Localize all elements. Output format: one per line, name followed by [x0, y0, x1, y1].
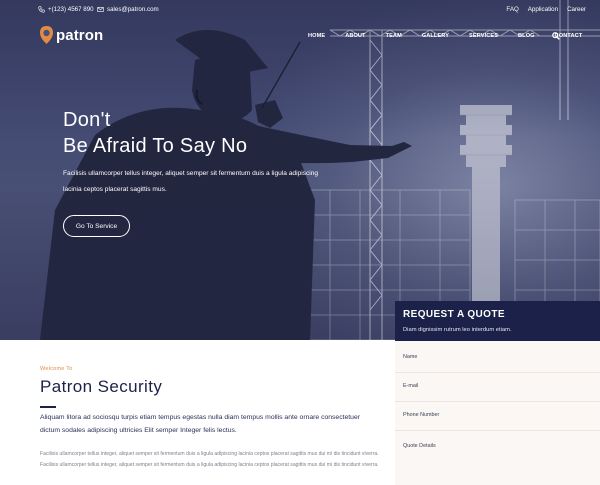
hero-headline-line2: Be Afraid To Say No: [63, 135, 248, 157]
nav-gallery[interactable]: GALLERY: [422, 33, 449, 39]
nav-home[interactable]: HOME: [308, 33, 325, 39]
top-link-career[interactable]: Career: [567, 6, 586, 13]
brand-logo[interactable]: patron: [38, 25, 103, 45]
name-field[interactable]: Name: [395, 354, 600, 373]
main-nav: HOME ABOUT TEAM GALLERY SERVICES BLOG CO…: [308, 32, 600, 40]
search-icon[interactable]: [552, 32, 560, 40]
phone-icon: [38, 6, 45, 13]
nav-team[interactable]: TEAM: [386, 33, 402, 39]
email-contact[interactable]: sales@patron.com: [97, 6, 159, 13]
quote-form: Name E-mail Phone Number Quote Details: [395, 341, 600, 485]
hero-banner: +(123) 4567 890 sales@patron.com FAQ App…: [0, 0, 600, 340]
logo-text: patron: [56, 26, 104, 44]
email-field[interactable]: E-mail: [395, 383, 600, 402]
hero-headline-line1: Don't: [63, 109, 111, 131]
top-links: FAQ Application Career: [506, 6, 586, 13]
title-underline: [40, 406, 56, 408]
quote-subtitle: Diam dignissim rutrum leo interdum etiam…: [403, 327, 512, 333]
top-link-application[interactable]: Application: [528, 6, 558, 13]
field-divider: [395, 372, 600, 373]
logo-pin-icon: [40, 26, 53, 44]
phone-field-label: Phone Number: [403, 412, 440, 418]
go-to-service-button[interactable]: Go To Service: [63, 215, 130, 237]
hero-lead: Facilisis ullamcorper tellus integer, al…: [63, 170, 319, 193]
top-bar: +(123) 4567 890 sales@patron.com FAQ App…: [0, 0, 600, 20]
nav-blog[interactable]: BLOG: [518, 33, 535, 39]
name-field-label: Name: [403, 354, 418, 360]
hero-headline: Don't Be Afraid To Say No: [63, 107, 247, 159]
field-divider: [395, 401, 600, 402]
nav-services[interactable]: SERVICES: [469, 33, 498, 39]
quote-title: REQUEST A QUOTE: [403, 309, 505, 320]
nav-about[interactable]: ABOUT: [345, 33, 365, 39]
quote-details-field[interactable]: Quote Details: [395, 443, 600, 449]
email-field-label: E-mail: [403, 383, 419, 389]
about-lead: Aliquam litora ad sociosqu turpis etiam …: [40, 414, 360, 434]
quote-header: REQUEST A QUOTE Diam dignissim rutrum le…: [395, 301, 600, 341]
phone-field[interactable]: Phone Number: [395, 412, 600, 431]
welcome-label: Welcome To: [40, 366, 73, 372]
mail-icon: [97, 7, 104, 12]
about-body: Facilisis ullamcorper tellus integer, al…: [40, 451, 379, 468]
phone-contact[interactable]: +(123) 4567 890: [38, 6, 94, 13]
quote-details-label: Quote Details: [403, 443, 436, 449]
email-address: sales@patron.com: [107, 6, 159, 13]
top-link-faq[interactable]: FAQ: [506, 6, 518, 13]
field-divider: [395, 430, 600, 431]
about-title: Patron Security: [40, 377, 163, 396]
phone-number: +(123) 4567 890: [48, 6, 94, 13]
